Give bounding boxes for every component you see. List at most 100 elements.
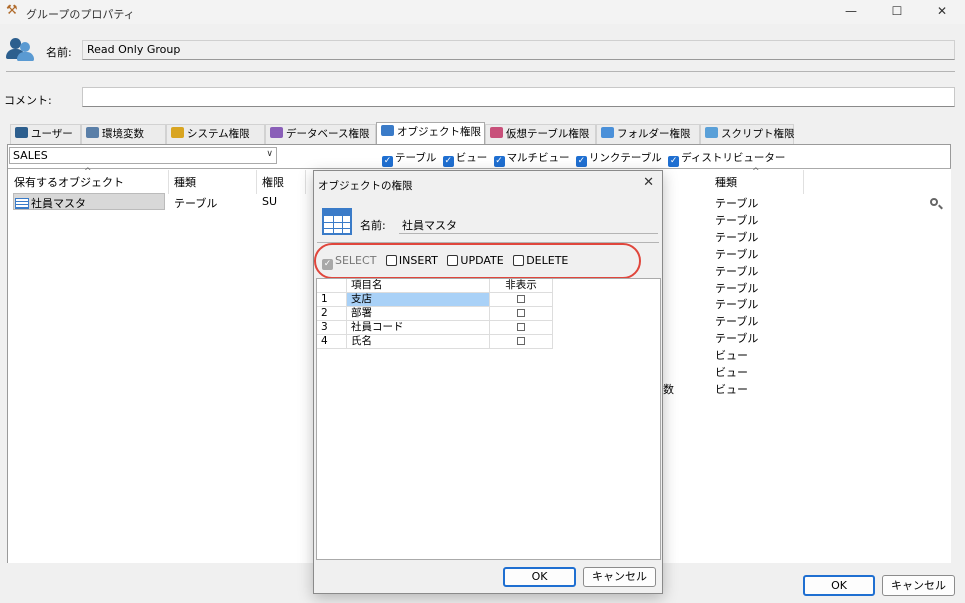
cancel-button[interactable]: キャンセル: [882, 575, 955, 596]
hidden-cell: [490, 321, 553, 335]
update-checkbox[interactable]: UPDATE: [447, 254, 504, 267]
checkbox-checked-icon: ✓: [668, 156, 680, 167]
tab-virtual-table-permissions[interactable]: 仮想テーブル権限: [485, 124, 596, 144]
table-icon: [86, 127, 99, 138]
column-header-owned-objects[interactable]: 保有するオブジェクト: [14, 174, 124, 190]
list-item[interactable]: テーブル: [715, 330, 758, 346]
checkbox-checked-icon: ✓: [493, 156, 505, 167]
hidden-checkbox[interactable]: [517, 337, 525, 345]
dialog-close-icon[interactable]: ✕: [643, 175, 654, 190]
filter-view[interactable]: ✓ ビュー: [442, 152, 487, 167]
window-title: グループのプロパティ: [26, 8, 135, 21]
hidden-cell: [490, 293, 553, 307]
list-item[interactable]: テーブル: [715, 296, 758, 312]
checkbox-checked-icon: ✓: [575, 156, 587, 167]
hidden-checkbox[interactable]: [517, 295, 525, 303]
folder-icon: [601, 127, 614, 138]
table-row[interactable]: 支店: [347, 293, 490, 307]
search-icon[interactable]: [930, 198, 938, 206]
column-header-permission[interactable]: 権限: [262, 174, 284, 190]
comment-field[interactable]: [82, 87, 955, 107]
tab-folder-permissions[interactable]: フォルダー権限: [596, 124, 700, 144]
checkbox-checked-icon: ✓: [382, 156, 393, 167]
tab-users[interactable]: ユーザー: [10, 124, 81, 144]
user-icon: [15, 127, 28, 138]
minimize-button[interactable]: —: [828, 0, 874, 24]
tab-script-permissions[interactable]: スクリプト権限: [700, 124, 795, 144]
filter-distributor[interactable]: ✓ ディストリビューター: [668, 152, 785, 167]
column-header-type[interactable]: 種類: [174, 174, 196, 190]
list-item[interactable]: テーブル: [715, 263, 758, 279]
tab-database-permissions[interactable]: データベース権限: [265, 124, 376, 144]
name-label: 名前:: [46, 46, 72, 59]
column-separator: [305, 170, 306, 194]
group-name-field[interactable]: Read Only Group: [82, 40, 955, 60]
column-separator: [256, 170, 257, 194]
table-icon: [381, 125, 394, 136]
row-number: 4: [317, 335, 347, 349]
checkbox-empty-icon: [447, 255, 459, 266]
dialog-ok-button[interactable]: OK: [503, 567, 576, 587]
list-item[interactable]: テーブル: [715, 212, 758, 228]
table-row[interactable]: 社員マスタ: [15, 195, 86, 211]
grid-header-column-name[interactable]: 項目名: [347, 279, 490, 293]
hidden-cell: [490, 335, 553, 349]
sort-up-icon: ^: [752, 167, 760, 177]
hidden-checkbox[interactable]: [517, 309, 525, 317]
object-permission: SU: [262, 195, 278, 208]
list-item[interactable]: テーブル: [715, 280, 758, 296]
virtual-table-icon: [490, 127, 503, 138]
truncated-cell-text: 数: [663, 383, 674, 396]
tab-system-permissions[interactable]: システム権限: [166, 124, 265, 144]
table-row[interactable]: 部署: [347, 307, 490, 321]
column-header-type-right[interactable]: 種類: [715, 174, 737, 190]
filter-link-table[interactable]: ✓ リンクテーブル: [575, 152, 662, 167]
table-icon: [15, 198, 29, 209]
table-icon: [322, 208, 352, 235]
checkbox-checked-icon: ✓: [322, 259, 333, 270]
row-number: 1: [317, 293, 347, 307]
grid-corner: [317, 279, 347, 293]
table-row[interactable]: 氏名: [347, 335, 490, 349]
permission-checkboxes: ✓ SELECT INSERT UPDATE DELETE: [322, 254, 574, 270]
key-icon: [171, 127, 184, 138]
object-permissions-dialog: オブジェクトの権限 ✕ 名前: 社員マスタ ✓ SELECT INSERT UPD…: [313, 170, 663, 594]
checkbox-empty-icon: [385, 255, 397, 266]
insert-checkbox[interactable]: INSERT: [385, 254, 438, 267]
grid-header-hidden[interactable]: 非表示: [490, 279, 553, 293]
script-icon: [705, 127, 718, 138]
comment-label: コメント:: [4, 94, 52, 107]
checkbox-checked-icon: ✓: [442, 156, 454, 167]
object-name: 社員マスタ: [31, 197, 86, 210]
list-item[interactable]: テーブル: [715, 313, 758, 329]
chevron-down-icon: ∨: [266, 149, 273, 159]
checkbox-empty-icon: [513, 255, 525, 266]
dialog-title: オブジェクトの権限: [318, 180, 413, 192]
select-checkbox[interactable]: ✓ SELECT: [322, 254, 376, 270]
dialog-name-label: 名前:: [360, 219, 386, 232]
list-item[interactable]: テーブル: [715, 246, 758, 262]
database-icon: [270, 127, 283, 138]
user-group-icon: [6, 36, 36, 64]
filter-multiview[interactable]: ✓ マルチビュー: [493, 152, 570, 167]
ok-button[interactable]: OK: [803, 575, 875, 596]
filter-checkbox-row: ✓ テーブル ✓ ビュー ✓ マルチビュー ✓ リンクテーブル ✓ ディストリビューター: [382, 150, 785, 167]
hidden-cell: [490, 307, 553, 321]
list-item[interactable]: テーブル: [715, 229, 758, 245]
maximize-button[interactable]: ☐: [874, 0, 920, 24]
tab-env-vars[interactable]: 環境変数: [81, 124, 166, 144]
schema-select[interactable]: SALES ∨: [9, 147, 277, 164]
delete-checkbox[interactable]: DELETE: [513, 254, 568, 267]
object-type: テーブル: [174, 197, 218, 210]
filter-table[interactable]: ✓ テーブル: [382, 152, 436, 167]
list-item[interactable]: ビュー: [715, 364, 748, 380]
list-item[interactable]: ビュー: [715, 381, 748, 397]
dialog-cancel-button[interactable]: キャンセル: [583, 567, 656, 587]
list-item[interactable]: ビュー: [715, 347, 748, 363]
hidden-checkbox[interactable]: [517, 323, 525, 331]
divider: [399, 233, 658, 234]
tab-object-permissions[interactable]: オブジェクト権限: [376, 122, 485, 144]
close-button[interactable]: ✕: [919, 0, 965, 24]
list-item[interactable]: テーブル: [715, 195, 758, 211]
table-row[interactable]: 社員コード: [347, 321, 490, 335]
